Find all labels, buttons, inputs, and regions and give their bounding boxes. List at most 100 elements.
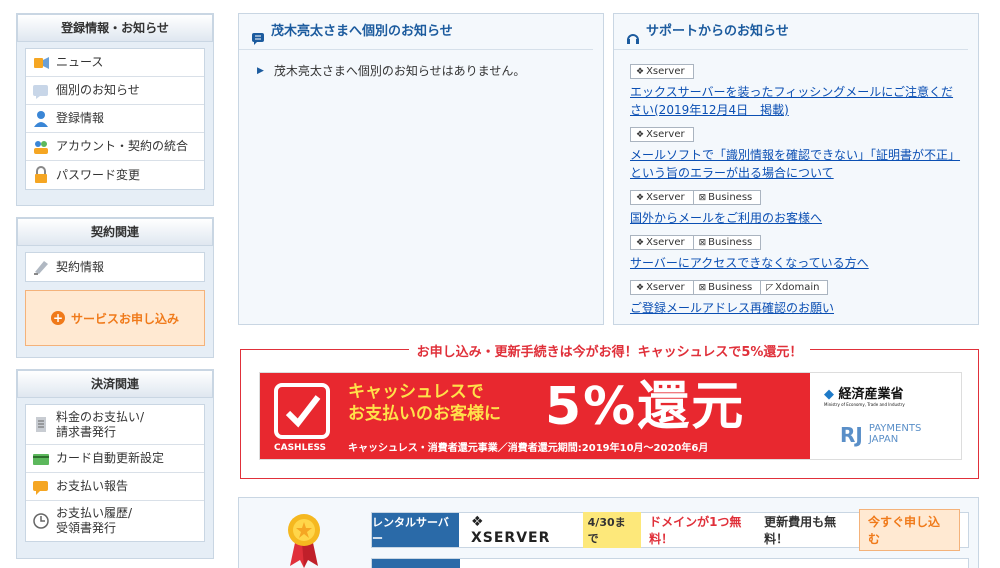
heading-rule-left — [255, 349, 360, 350]
promo-highlight: ドメインが1つ無料！ — [649, 515, 742, 546]
support-notice-title: サポートからのお知らせ — [614, 14, 968, 50]
promo-category: レンタルサーバー — [372, 513, 459, 547]
sidebar-item-label: お支払い報告 — [56, 479, 129, 493]
support-notice-link[interactable]: メールソフトで「識別情報を確認できない」「証明書が不正」という旨のエラーが出る場… — [630, 146, 964, 182]
service-tag-label: Xserver — [646, 192, 685, 203]
sidebar-item-personal-notices[interactable]: 個別のお知らせ — [26, 77, 204, 105]
service-tags: ❖ Xserver ⊠ Business — [630, 235, 964, 250]
sidebar-item-label: ニュース — [56, 55, 104, 69]
message-icon — [32, 82, 50, 100]
news-icon — [32, 54, 50, 72]
sidebar-item-contract-info[interactable]: 契約情報 — [26, 253, 204, 281]
service-tags: ❖ Xserver — [630, 127, 964, 142]
merge-icon — [32, 138, 50, 156]
personal-notice-message-text: 茂木亮太さまへ個別のお知らせはありません。 — [273, 64, 526, 78]
history-icon — [32, 512, 50, 530]
support-notice-link[interactable]: サーバーにアクセスできなくなっている方へ — [630, 254, 964, 272]
cashless-banner-main: CASHLESS キャッシュレスで お支払いのお客様に 5%還元 キャッシュレス… — [260, 373, 810, 459]
personal-notice-panel: 茂木亮太さまへ個別のお知らせ ▶ 茂木亮太さまへ個別のお知らせはありません。 — [238, 13, 604, 325]
sidebar-item-password-change[interactable]: パスワード変更 — [26, 161, 204, 189]
sidebar-registration-heading: 登録情報・お知らせ — [17, 14, 213, 42]
service-tag-label: Xdomain — [775, 282, 820, 293]
plus-icon: + — [50, 311, 65, 325]
service-tags: ❖ Xserver ⊠ Business ◸ Xdomain — [630, 280, 964, 295]
promo-row-xserver: レンタルサーバー ❖ XSERVER 4/30まで ドメインが1つ無料！ 更新費… — [371, 509, 969, 551]
user-icon — [32, 110, 50, 128]
sidebar-item-card-auto-renew[interactable]: カード自動更新設定 — [26, 445, 204, 473]
sidebar-payment-section: 決済関連 料金のお支払い/ 請求書発行 カード自動更新設定 お支払い報告 お支払… — [16, 369, 214, 559]
xserver-icon: ❖ — [636, 282, 645, 293]
cashless-logo-icon — [274, 383, 330, 439]
sidebar-registration-menu: ニュース 個別のお知らせ 登録情報 アカウント・契約の統合 パスワード変更 — [25, 48, 205, 190]
meti-name: 経済産業省 — [838, 387, 904, 402]
sidebar-item-label: お支払い履歴/ 受領書発行 — [56, 506, 133, 535]
service-tag-xserver: ❖ Xserver — [630, 190, 693, 205]
business-icon: ⊠ — [698, 282, 707, 293]
lock-icon — [32, 166, 50, 184]
service-apply-label: サービスお申し込み — [70, 311, 179, 326]
sidebar-item-label: 個別のお知らせ — [56, 83, 140, 97]
xdomain-icon: ◸ — [766, 282, 774, 293]
card-icon — [32, 450, 50, 468]
service-tag-label: Business — [708, 192, 753, 203]
service-tag-label: Business — [708, 237, 753, 248]
support-notice-link[interactable]: 国外からメールをご利用のお客様へ — [630, 209, 964, 227]
service-tag-business: ⊠ Business — [692, 280, 761, 295]
sidebar-item-account-merge[interactable]: アカウント・契約の統合 — [26, 133, 204, 161]
sidebar-item-registration-info[interactable]: 登録情報 — [26, 105, 204, 133]
service-tag-label: Xserver — [646, 129, 685, 140]
personal-notice-title: 茂木亮太さまへ個別のお知らせ — [239, 14, 593, 50]
promo-date-badge: 4/30まで — [582, 512, 642, 548]
support-notice-list: ❖ Xserver エックスサーバーを装ったフィッシングメールにご注意ください(20… — [614, 50, 978, 317]
sidebar-item-news[interactable]: ニュース — [26, 49, 204, 77]
service-tags: ❖ Xserver — [630, 64, 964, 79]
medal-icon — [284, 508, 324, 568]
xserver-icon: ❖ — [636, 66, 645, 77]
support-notice-item: ❖ Xserver ⊠ Business サーバーにアクセスできなくなっている方へ — [630, 235, 964, 272]
service-apply-button[interactable]: + サービスお申し込み — [25, 290, 205, 346]
promo-subtext: 更新費用も無料！ — [764, 515, 837, 546]
payments-japan-text: PAYMENTS JAPAN — [868, 423, 922, 445]
service-tag-label: Xserver — [646, 282, 685, 293]
report-icon — [32, 478, 50, 496]
sidebar-item-label: カード自動更新設定 — [56, 451, 165, 465]
cashless-banner[interactable]: CASHLESS キャッシュレスで お支払いのお客様に 5%還元 キャッシュレス… — [259, 372, 962, 460]
service-tag-xdomain: ◸ Xdomain — [760, 280, 829, 295]
sidebar-item-payment-history[interactable]: お支払い履歴/ 受領書発行 — [26, 501, 204, 541]
support-notice-link[interactable]: エックスサーバーを装ったフィッシングメールにご注意ください(2019年12月4日… — [630, 83, 964, 119]
apply-now-button[interactable]: 今すぐ申し込む — [858, 509, 960, 551]
xserver-logo: ❖ XSERVER — [470, 514, 551, 546]
sidebar-item-payment-report[interactable]: お支払い報告 — [26, 473, 204, 501]
banner-percent: 5%還元 — [545, 377, 746, 437]
sidebar-item-label: 料金のお支払い/ 請求書発行 — [56, 409, 145, 439]
promo-brand: XSERVER — [470, 530, 551, 546]
service-tag-label: Xserver — [646, 237, 685, 248]
business-icon: ⊠ — [698, 192, 707, 203]
support-notice-item: ❖ Xserver ⊠ Business ◸ Xdomain ご登録メールアドレス再確認のお… — [630, 280, 964, 317]
personal-notice-message: ▶ 茂木亮太さまへ個別のお知らせはありません。 — [239, 50, 603, 79]
support-notice-item: ❖ Xserver ⊠ Business 国外からメールをご利用のお客様へ — [630, 190, 964, 227]
support-notice-link[interactable]: ご登録メールアドレス再確認のお願い — [630, 299, 964, 317]
support-notice-item: ❖ Xserver エックスサーバーを装ったフィッシングメールにご注意ください(20… — [630, 64, 964, 119]
service-tag-label: Xserver — [646, 66, 685, 77]
invoice-icon — [32, 416, 50, 434]
xserver-icon: ❖ — [636, 192, 645, 203]
headset-icon — [626, 25, 640, 44]
banner-subtext: キャッシュレス・消費者還元事業／消費者還元期間:2019年10月～2020年6月 — [348, 443, 709, 454]
sidebar-registration-section: 登録情報・お知らせ ニュース 個別のお知らせ 登録情報 アカウント・契約の統合 — [16, 13, 214, 206]
meti-subtitle: Ministry of Economy, Trade and Industry — [824, 402, 905, 407]
personal-notice-title-text: 茂木亮太さまへ個別のお知らせ — [271, 23, 453, 39]
payments-japan-logo: RJ PAYMENTS JAPAN — [840, 423, 922, 447]
sidebar-contract-menu: 契約情報 — [25, 252, 205, 282]
service-tag-xserver: ❖ Xserver — [630, 280, 693, 295]
sidebar-contract-section: 契約関連 契約情報 + サービスお申し込み — [16, 217, 214, 358]
service-tag-xserver: ❖ Xserver — [630, 235, 693, 250]
meti-logo: ◆ 経済産業省 Ministry of Economy, Trade and I… — [824, 387, 905, 407]
sidebar-item-payment-invoice[interactable]: 料金のお支払い/ 請求書発行 — [26, 405, 204, 445]
sidebar-item-label: アカウント・契約の統合 — [56, 139, 189, 153]
support-notice-title-text: サポートからのお知らせ — [646, 23, 789, 39]
service-tag-xserver: ❖ Xserver — [630, 127, 694, 142]
banner-headline: キャッシュレスで お支払いのお客様に — [348, 382, 501, 424]
business-icon: ⊠ — [698, 237, 707, 248]
triangle-right-icon: ▶ — [257, 65, 264, 76]
